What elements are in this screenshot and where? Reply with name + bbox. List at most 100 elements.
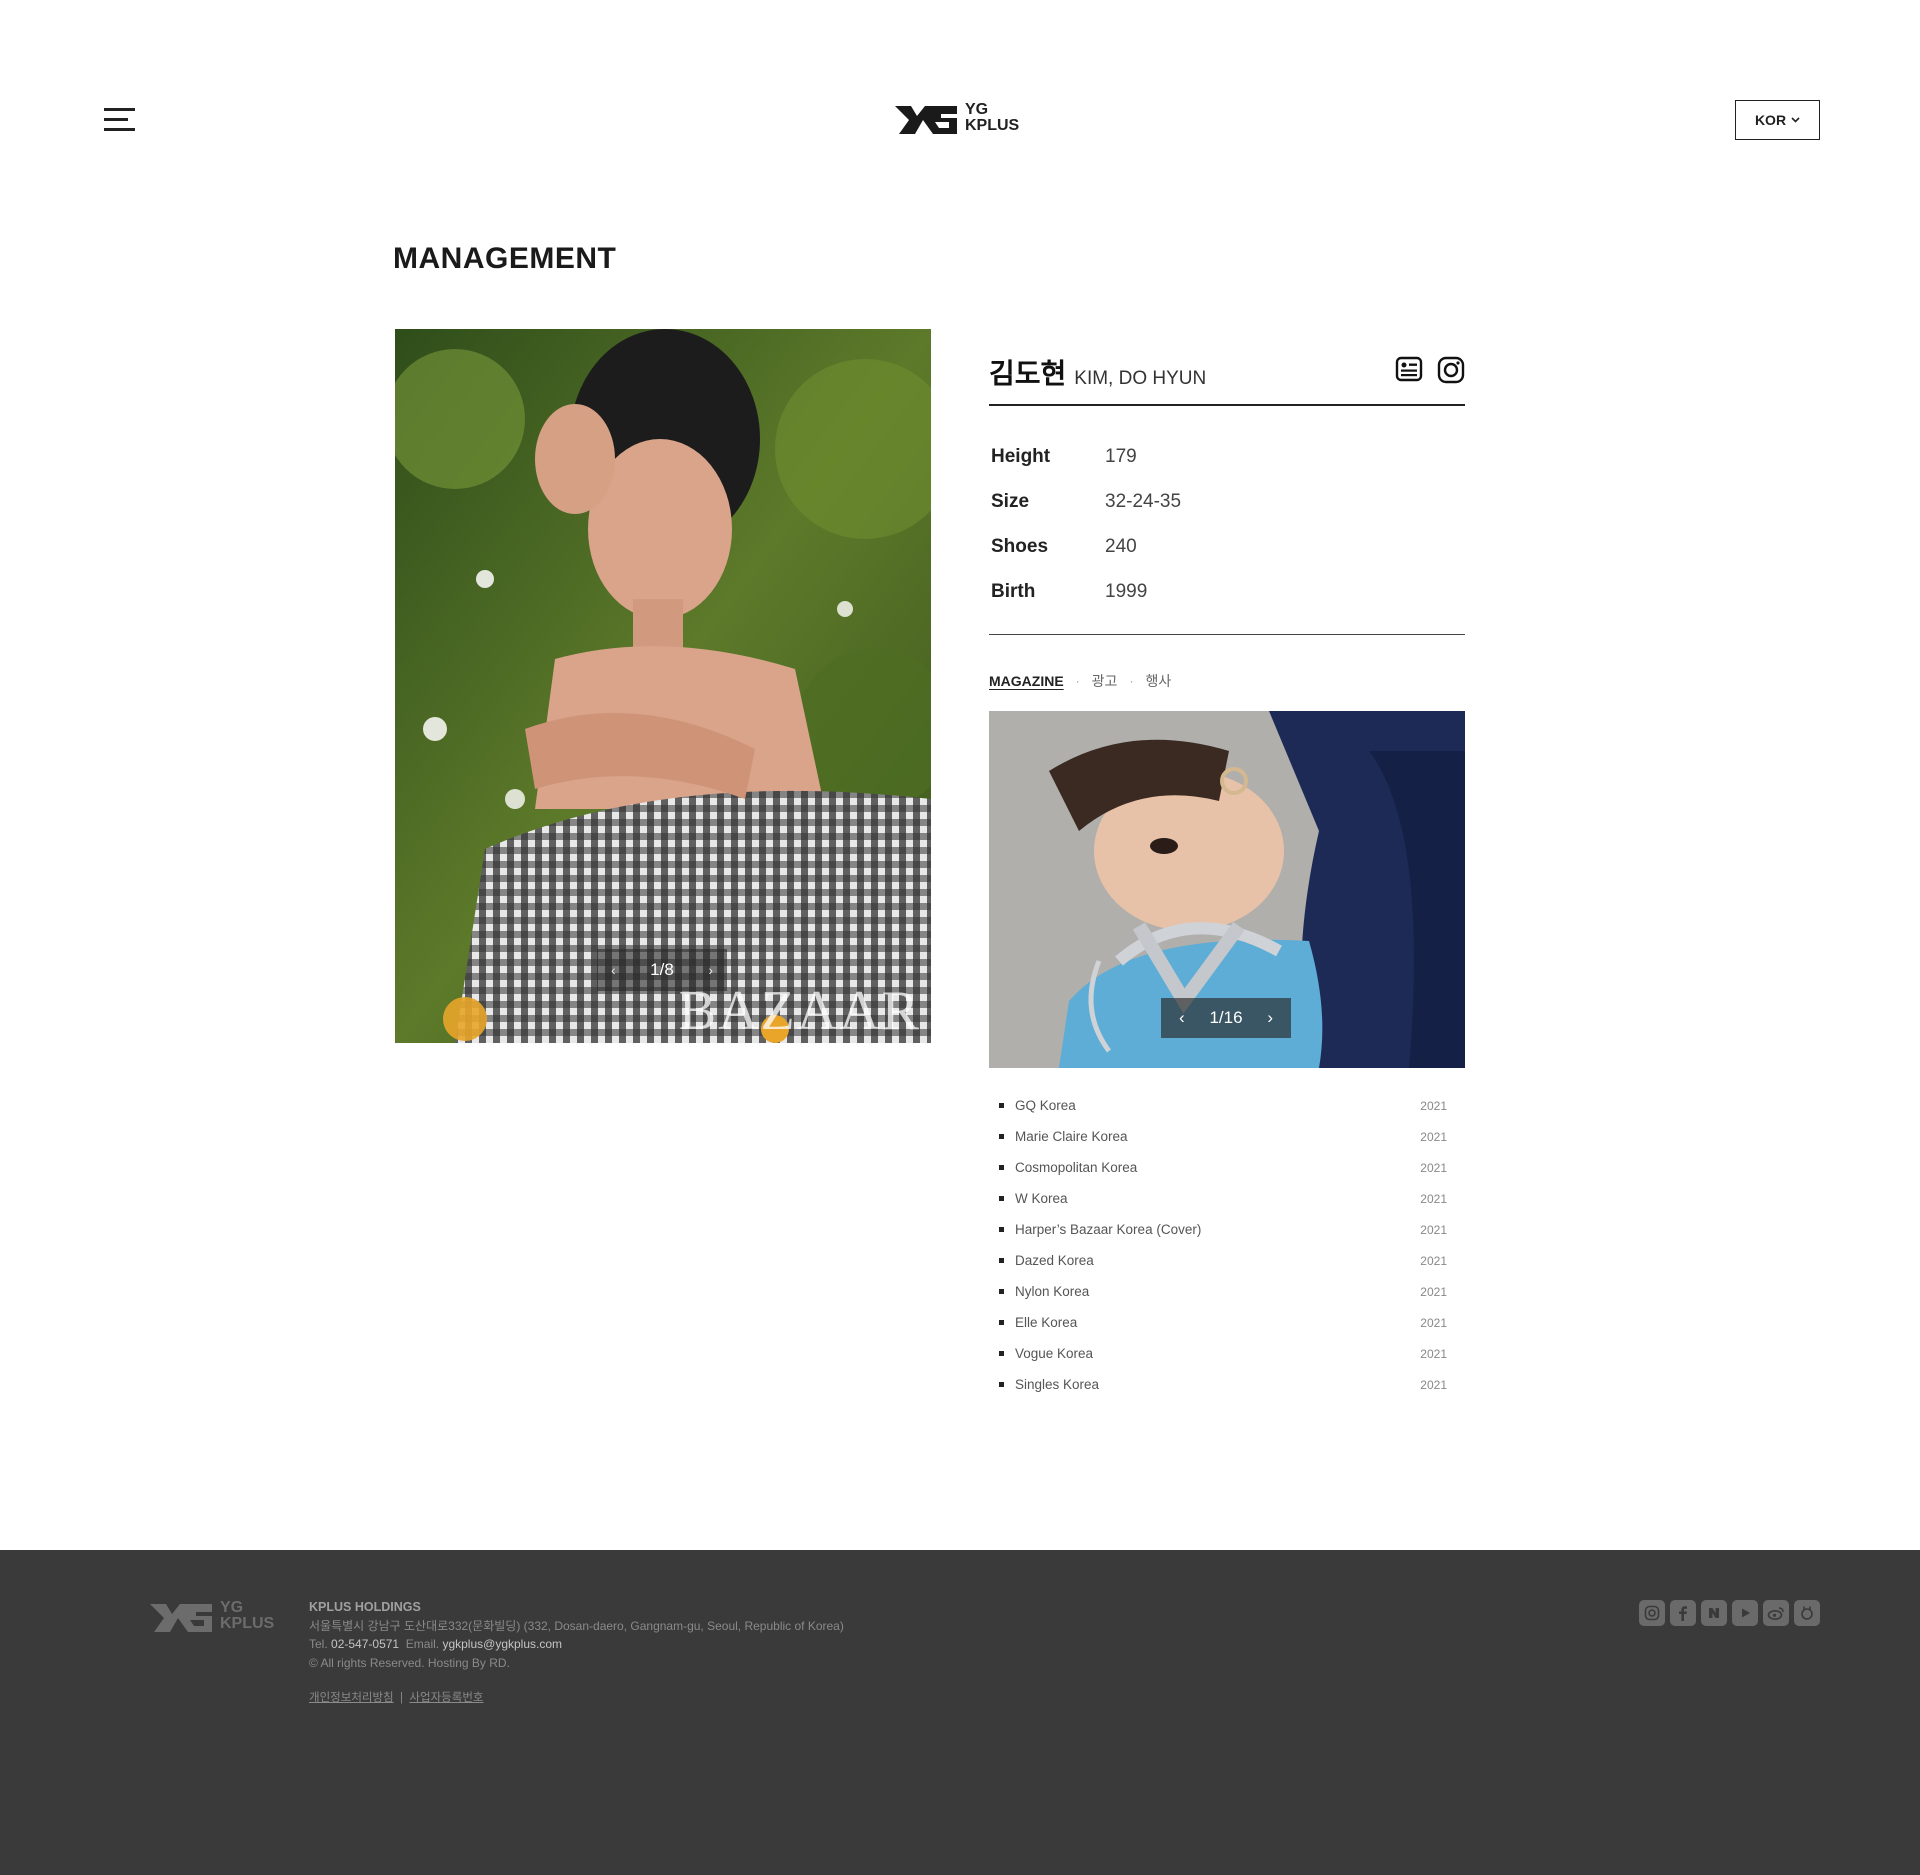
magazine-name: Cosmopolitan Korea — [1015, 1160, 1138, 1175]
magazine-year: 2021 — [1420, 1191, 1447, 1206]
stat-row: Birth 1999 — [989, 569, 1465, 614]
stat-label: Shoes — [991, 535, 1049, 557]
stat-label: Birth — [991, 580, 1036, 602]
company-contact: Tel. 02-547-0571 Email. ygkplus@ygkplus.… — [309, 1637, 563, 1651]
bullet-icon — [999, 1165, 1004, 1170]
tab-separator: · — [1075, 674, 1080, 688]
list-item: Elle Korea 2021 — [989, 1307, 1465, 1338]
list-item: Dazed Korea 2021 — [989, 1245, 1465, 1276]
instagram-icon[interactable] — [1437, 356, 1465, 384]
name-korean: 김도현 — [989, 358, 1067, 389]
main-photo-slider[interactable]: BAZAAR ‹ 1/8 › — [395, 329, 931, 1043]
stat-value: 240 — [1105, 535, 1137, 557]
magazine-year: 2021 — [1420, 1253, 1447, 1268]
page-title: MANAGEMENT — [393, 242, 617, 275]
list-item: Vogue Korea 2021 — [989, 1338, 1465, 1369]
business-registration-link[interactable]: 사업자등록번호 — [409, 1692, 483, 1704]
magazine-name: Elle Korea — [1015, 1315, 1078, 1330]
list-item: Singles Korea 2021 — [989, 1369, 1465, 1400]
magazine-year: 2021 — [1420, 1346, 1447, 1361]
main-photo-counter: 1/8 — [650, 960, 674, 979]
next-arrow-icon[interactable]: › — [1267, 1008, 1273, 1028]
magazine-list: GQ Korea 2021 Marie Claire Korea 2021 Co… — [989, 1090, 1465, 1400]
magazine-photo-slider[interactable]: ‹ 1/16 › — [989, 711, 1465, 1068]
logo-text: YG KPLUS — [965, 101, 1020, 134]
profile-card-icon[interactable] — [1395, 356, 1423, 382]
tab-event[interactable]: 행사 — [1145, 671, 1171, 691]
privacy-policy-link[interactable]: 개인정보처리방침 — [309, 1692, 394, 1704]
bullet-icon — [999, 1103, 1004, 1108]
stat-label: Size — [991, 490, 1030, 512]
list-item: GQ Korea 2021 — [989, 1090, 1465, 1121]
line-icon[interactable] — [1794, 1600, 1820, 1626]
stat-row: Height 179 — [989, 434, 1465, 479]
magazine-year: 2021 — [1420, 1284, 1447, 1299]
tab-separator: · — [1129, 674, 1134, 688]
site-logo[interactable]: YG KPLUS — [895, 102, 1019, 134]
magazine-year: 2021 — [1420, 1129, 1447, 1144]
list-item: Harper’s Bazaar Korea (Cover) 2021 — [989, 1214, 1465, 1245]
company-address: 서울특별시 강남구 도산대로332(문화빌딩) (332, Dosan-daer… — [309, 1618, 844, 1633]
profile-stats: Height 179 Size 32-24-35 Shoes 240 Birth… — [989, 406, 1465, 635]
stat-value: 1999 — [1105, 580, 1148, 602]
magazine-name: W Korea — [1015, 1191, 1068, 1206]
list-item: W Korea 2021 — [989, 1183, 1465, 1214]
bullet-icon — [999, 1196, 1004, 1201]
language-label: KOR — [1754, 112, 1787, 128]
magazine-name: Dazed Korea — [1015, 1253, 1094, 1268]
bullet-icon — [999, 1258, 1004, 1263]
instagram-icon[interactable] — [1639, 1600, 1665, 1626]
magazine-photo-counter: 1/16 — [1209, 1008, 1243, 1027]
language-select[interactable]: KOR — [1735, 100, 1820, 140]
stat-row: Size 32-24-35 — [989, 479, 1465, 524]
stat-value: 179 — [1105, 445, 1137, 467]
company-name: KPLUS HOLDINGS — [309, 1600, 421, 1614]
social-links — [1639, 1600, 1820, 1626]
prev-arrow-icon[interactable]: ‹ — [611, 962, 616, 978]
stat-row: Shoes 240 — [989, 524, 1465, 569]
company-email[interactable]: ygkplus@ygkplus.com — [442, 1637, 562, 1651]
magazine-year: 2021 — [1420, 1222, 1447, 1237]
footer-links: 개인정보처리방침 | 사업자등록번호 — [309, 1689, 844, 1708]
weibo-icon[interactable] — [1763, 1600, 1789, 1626]
stat-value: 32-24-35 — [1105, 490, 1182, 512]
magazine-photo-pager: ‹ 1/16 › — [1161, 998, 1291, 1038]
yg-logo-icon — [895, 106, 957, 134]
youtube-icon[interactable] — [1732, 1600, 1758, 1626]
magazine-name: Harper’s Bazaar Korea (Cover) — [1015, 1222, 1202, 1237]
bullet-icon — [999, 1227, 1004, 1232]
category-tabs: MAGAZINE · 광고 · 행사 — [989, 671, 1465, 691]
link-separator: | — [400, 1692, 404, 1704]
magazine-name: Nylon Korea — [1015, 1284, 1090, 1299]
tab-ad[interactable]: 광고 — [1092, 671, 1118, 691]
main-photo-image — [395, 329, 931, 1043]
magazine-year: 2021 — [1420, 1098, 1447, 1113]
name-english: KIM, DO HYUN — [1074, 368, 1207, 389]
facebook-icon[interactable] — [1670, 1600, 1696, 1626]
profile-links — [1395, 356, 1465, 384]
tab-magazine[interactable]: MAGAZINE — [989, 673, 1064, 689]
list-item: Cosmopolitan Korea 2021 — [989, 1152, 1465, 1183]
stat-label: Height — [991, 445, 1051, 467]
naver-icon[interactable] — [1701, 1600, 1727, 1626]
bullet-icon — [999, 1351, 1004, 1356]
magazine-year: 2021 — [1420, 1377, 1447, 1392]
magazine-name: Singles Korea — [1015, 1377, 1100, 1392]
next-arrow-icon[interactable]: › — [708, 962, 713, 978]
company-info: KPLUS HOLDINGS 서울특별시 강남구 도산대로332(문화빌딩) (… — [309, 1598, 844, 1708]
copyright: © All rights Reserved. Hosting By RD. — [309, 1655, 510, 1670]
main-photo-pager: ‹ 1/8 › — [597, 949, 727, 991]
site-header: YG KPLUS KOR — [0, 0, 1920, 200]
bullet-icon — [999, 1289, 1004, 1294]
menu-icon[interactable] — [104, 108, 136, 132]
footer-logo[interactable]: YG KPLUS — [150, 1600, 274, 1632]
yg-logo-icon — [150, 1604, 212, 1632]
magazine-name: Vogue Korea — [1015, 1346, 1094, 1361]
prev-arrow-icon[interactable]: ‹ — [1179, 1008, 1185, 1028]
bullet-icon — [999, 1134, 1004, 1139]
site-footer: YG KPLUS KPLUS HOLDINGS 서울특별시 강남구 도산대로33… — [0, 1550, 1920, 1875]
list-item: Marie Claire Korea 2021 — [989, 1121, 1465, 1152]
profile-panel: 김도현 KIM, DO HYUN Height 179 Size 32-24-3 — [989, 350, 1465, 1400]
magazine-year: 2021 — [1420, 1315, 1447, 1330]
footer-logo-text: YG KPLUS — [220, 1599, 275, 1632]
